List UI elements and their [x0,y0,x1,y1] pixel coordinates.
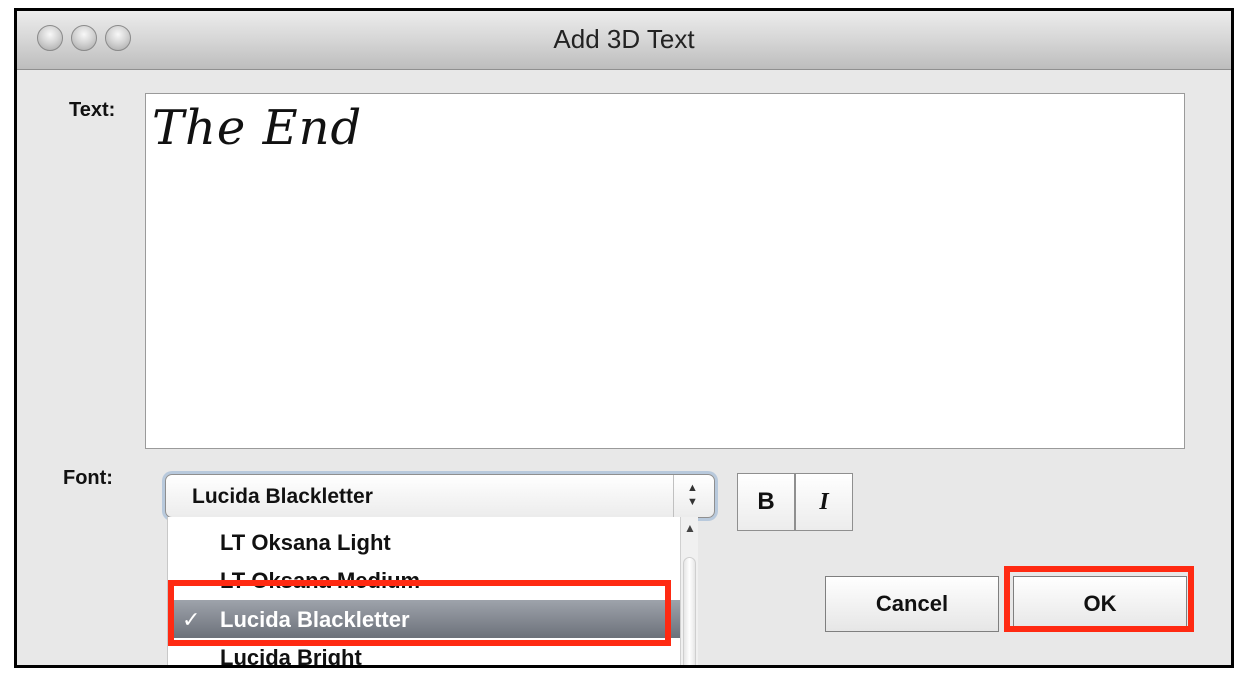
italic-button[interactable]: I [795,473,853,531]
font-select[interactable]: Lucida Blackletter ▲ ▼ [165,474,715,518]
window-title: Add 3D Text [553,24,695,54]
select-arrows-icon: ▲ ▼ [673,475,714,517]
ok-button[interactable]: OK [1013,576,1187,632]
font-dropdown-list: LT Oksana Light LT Oksana Medium ✓ Lucid… [167,517,698,665]
font-option[interactable]: LT Oksana Medium [168,561,680,599]
font-option[interactable]: LT Oksana Light [168,523,680,561]
font-label: Font: [63,467,113,489]
checkmark-icon: ✓ [182,607,201,632]
font-select-value: Lucida Blackletter [192,485,373,508]
text-label: Text: [69,99,116,121]
title-bar: Add 3D Text [17,11,1231,70]
text-area[interactable]: The End [145,93,1185,449]
dropdown-scrollbar[interactable]: ▲ [680,517,698,665]
scrollbar-thumb[interactable] [683,557,696,665]
add-3d-text-dialog: Add 3D Text Text: The End Font: Lucida B… [14,8,1234,668]
cancel-button[interactable]: Cancel [825,576,999,632]
scroll-up-arrow-icon[interactable]: ▲ [684,521,696,535]
font-option[interactable]: Lucida Bright [168,638,680,665]
bold-button[interactable]: B [737,473,795,531]
text-area-value: The End [152,100,363,156]
dialog-body: Add 3D Text Text: The End Font: Lucida B… [17,11,1231,665]
font-option-selected[interactable]: ✓ Lucida Blackletter [168,600,680,638]
